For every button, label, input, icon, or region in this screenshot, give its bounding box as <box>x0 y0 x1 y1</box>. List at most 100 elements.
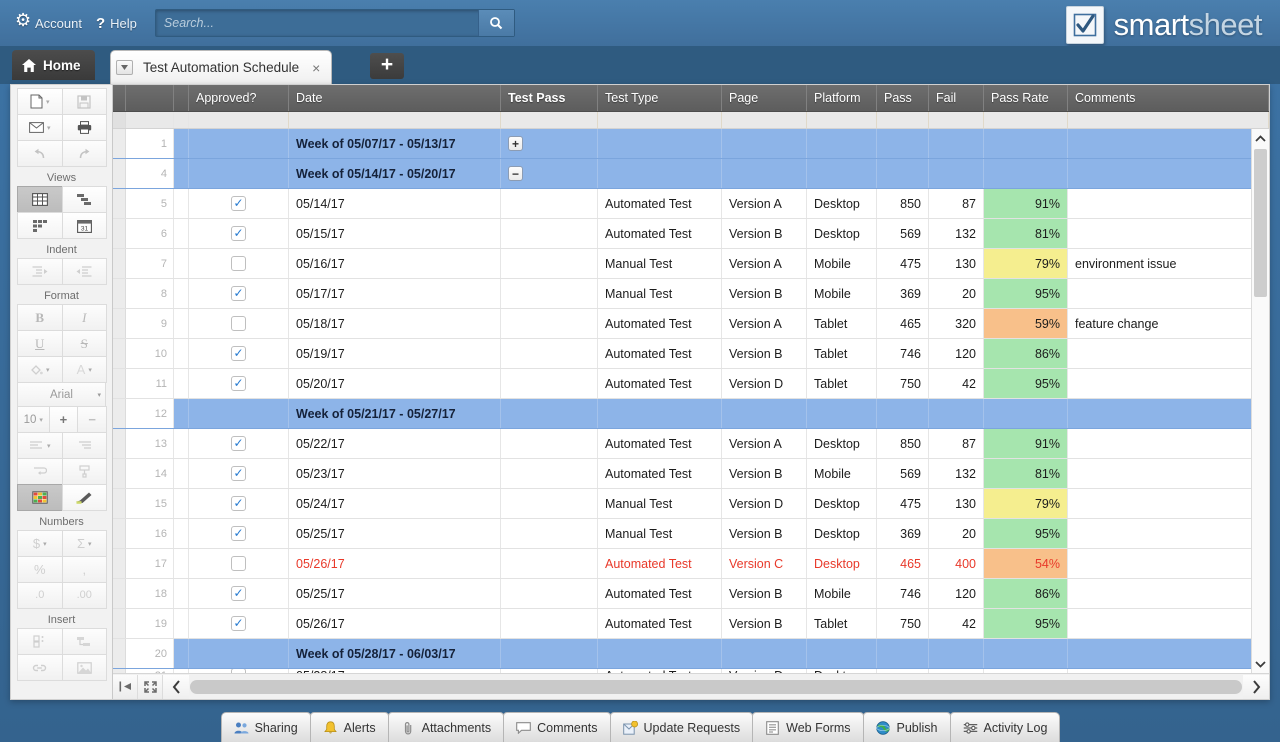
filter-cell-page[interactable] <box>722 112 807 128</box>
cell-pass[interactable]: 475 <box>877 489 929 518</box>
checkbox-checked[interactable]: ✓ <box>231 346 246 361</box>
cell-platform[interactable]: Tablet <box>807 309 877 338</box>
vertical-scroll-track[interactable] <box>1252 147 1269 655</box>
column-header-test-type[interactable]: Test Type <box>598 85 722 111</box>
group-row[interactable]: 20Week of 05/28/17 - 06/03/17 <box>113 639 1269 669</box>
table-row[interactable]: 10✓05/19/17Automated TestVersion BTablet… <box>113 339 1269 369</box>
cell-date[interactable]: 05/20/17 <box>289 369 501 398</box>
checkbox-checked[interactable]: ✓ <box>231 286 246 301</box>
thousands-button[interactable]: , <box>62 556 108 583</box>
cell-date[interactable]: 05/24/17 <box>289 489 501 518</box>
cell-platform[interactable]: Desktop <box>807 429 877 458</box>
cell-test-pass[interactable] <box>501 519 598 548</box>
table-row[interactable]: 18✓05/25/17Automated TestVersion BMobile… <box>113 579 1269 609</box>
new-button[interactable]: ▾ <box>17 88 63 115</box>
cell-date[interactable]: 05/28/17 <box>289 669 501 673</box>
cell-comments[interactable] <box>1068 339 1269 368</box>
cell-platform[interactable] <box>807 129 877 158</box>
row-gutter-left[interactable] <box>113 579 126 608</box>
cell-comments[interactable]: feature change <box>1068 309 1269 338</box>
column-header-fail[interactable]: Fail <box>929 85 984 111</box>
filter-cell-approved[interactable] <box>189 112 289 128</box>
footer-tab-comments[interactable]: Comments <box>503 712 610 742</box>
row-gutter-right[interactable] <box>174 339 189 368</box>
close-icon[interactable]: × <box>309 60 323 76</box>
checkbox-checked[interactable]: ✓ <box>231 526 246 541</box>
table-row[interactable]: 14✓05/23/17Automated TestVersion BMobile… <box>113 459 1269 489</box>
cell-pass-rate[interactable] <box>984 669 1068 673</box>
cell-platform[interactable] <box>807 639 877 668</box>
row-gutter-left[interactable] <box>113 669 126 673</box>
cell-pass-rate[interactable]: 86% <box>984 339 1068 368</box>
cell-comments[interactable] <box>1068 519 1269 548</box>
cell-date[interactable]: 05/15/17 <box>289 219 501 248</box>
horizontal-scroll-thumb[interactable] <box>190 680 1242 694</box>
scroll-right-button[interactable] <box>1243 675 1269 699</box>
cell-pass[interactable]: 475 <box>877 249 929 278</box>
cell-fail[interactable]: 87 <box>929 429 984 458</box>
footer-tab-activity-log[interactable]: Activity Log <box>950 712 1061 742</box>
checkbox-checked[interactable]: ✓ <box>231 616 246 631</box>
cell-fail[interactable]: 132 <box>929 459 984 488</box>
cell-comments[interactable] <box>1068 489 1269 518</box>
fill-color-button[interactable]: ▾ <box>17 356 63 383</box>
cell-comments[interactable] <box>1068 669 1269 673</box>
cell-test-pass[interactable] <box>501 609 598 638</box>
cell-page[interactable]: Version A <box>722 189 807 218</box>
tab-test-automation-schedule[interactable]: Test Automation Schedule × <box>110 50 332 84</box>
row-gutter-right[interactable] <box>174 609 189 638</box>
cell-fail[interactable]: 132 <box>929 219 984 248</box>
cell-page[interactable] <box>722 129 807 158</box>
cell-pass[interactable] <box>877 639 929 668</box>
cell-approved[interactable]: ✓ <box>189 609 289 638</box>
cell-test-pass[interactable]: − <box>501 159 598 188</box>
help-menu[interactable]: ? Help <box>96 15 137 32</box>
column-header-page[interactable]: Page <box>722 85 807 111</box>
cell-test-type[interactable]: Automated Test <box>598 189 722 218</box>
filter-cell-pass[interactable] <box>877 112 929 128</box>
cell-fail[interactable]: 130 <box>929 489 984 518</box>
cell-pass[interactable] <box>877 129 929 158</box>
cell-date[interactable]: 05/23/17 <box>289 459 501 488</box>
cell-approved[interactable]: ✓ <box>189 339 289 368</box>
cell-pass-rate[interactable]: 59% <box>984 309 1068 338</box>
scroll-up-button[interactable] <box>1252 129 1269 147</box>
fullscreen-button[interactable] <box>138 675 163 699</box>
cell-page[interactable]: Version B <box>722 579 807 608</box>
row-gutter-right[interactable] <box>174 189 189 218</box>
footer-tab-update-requests[interactable]: Update Requests <box>610 712 754 742</box>
cell-approved[interactable]: ✓ <box>189 669 289 673</box>
row-gutter-left[interactable] <box>113 429 126 458</box>
table-row[interactable]: 7✓05/16/17Manual TestVersion AMobile4751… <box>113 249 1269 279</box>
cell-test-pass[interactable] <box>501 369 598 398</box>
filter-cell-date[interactable] <box>289 112 501 128</box>
row-gutter-left[interactable] <box>113 519 126 548</box>
cell-page[interactable] <box>722 399 807 428</box>
table-row[interactable]: 13✓05/22/17Automated TestVersion ADeskto… <box>113 429 1269 459</box>
cell-comments[interactable] <box>1068 459 1269 488</box>
cell-pass[interactable] <box>877 399 929 428</box>
cell-pass[interactable]: 750 <box>877 369 929 398</box>
cell-fail[interactable] <box>929 669 984 673</box>
tab-home[interactable]: Home <box>12 50 95 80</box>
cell-pass-rate[interactable]: 95% <box>984 519 1068 548</box>
cell-page[interactable]: Version A <box>722 429 807 458</box>
row-gutter-left[interactable] <box>113 279 126 308</box>
row-gutter-right[interactable] <box>174 579 189 608</box>
cell-date[interactable]: 05/14/17 <box>289 189 501 218</box>
cell-page[interactable]: Version D <box>722 669 807 673</box>
increase-decimal-button[interactable]: .00 <box>62 582 108 609</box>
cell-test-pass[interactable] <box>501 219 598 248</box>
cell-comments[interactable] <box>1068 429 1269 458</box>
checkbox-checked[interactable]: ✓ <box>231 436 246 451</box>
cell-pass-rate[interactable]: 79% <box>984 249 1068 278</box>
column-header-platform[interactable]: Platform <box>807 85 877 111</box>
cell-approved[interactable]: ✓ <box>189 549 289 578</box>
cell-test-type[interactable] <box>598 159 722 188</box>
cell-test-pass[interactable] <box>501 669 598 673</box>
cell-approved[interactable] <box>189 159 289 188</box>
checkbox-unchecked[interactable]: ✓ <box>231 316 246 331</box>
cell-date[interactable]: Week of 05/28/17 - 06/03/17 <box>289 639 501 668</box>
cell-pass-rate[interactable]: 81% <box>984 219 1068 248</box>
row-gutter-right[interactable] <box>174 519 189 548</box>
